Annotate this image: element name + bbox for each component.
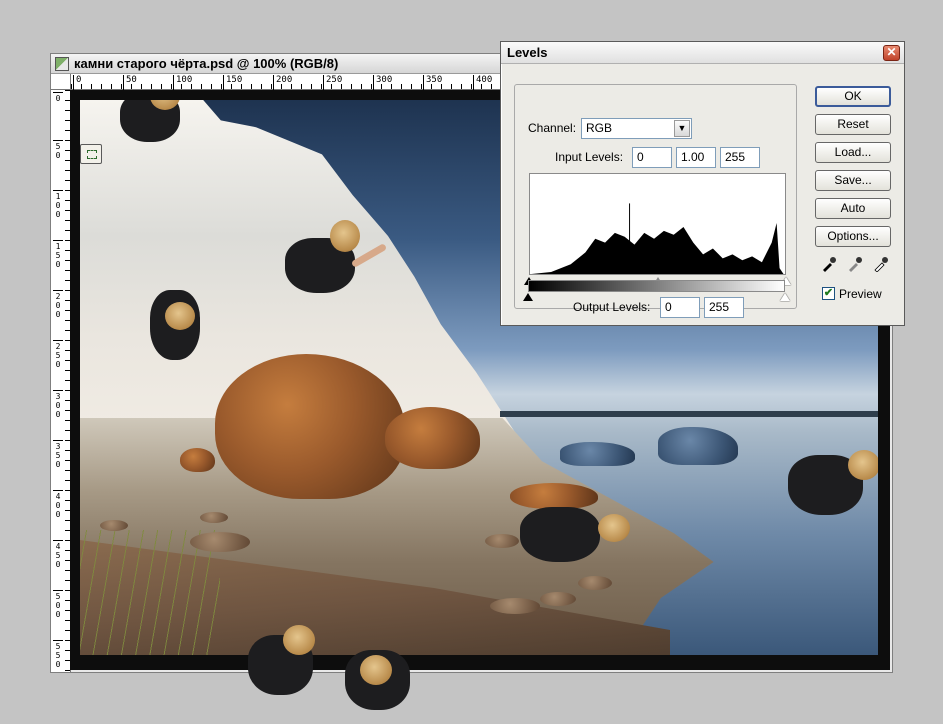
ruler-tick: 0 xyxy=(53,92,63,103)
auto-button[interactable]: Auto xyxy=(815,198,891,219)
blue-rock xyxy=(560,442,635,466)
levels-controls-group: Channel: RGB ▼ Input Levels: 0 1.00 255 … xyxy=(514,84,797,318)
ruler-tick: 1 0 0 xyxy=(53,190,63,219)
ruler-tick: 100 xyxy=(173,75,192,90)
channel-select[interactable]: RGB ▼ xyxy=(581,118,692,139)
load-button[interactable]: Load... xyxy=(815,142,891,163)
input-white-field[interactable]: 255 xyxy=(720,147,760,168)
close-button[interactable]: ✕ xyxy=(883,45,900,61)
histogram xyxy=(529,173,786,275)
gray-eyedropper-icon[interactable] xyxy=(846,256,864,274)
pebble xyxy=(200,512,228,523)
ruler-tick: 1 5 0 xyxy=(53,240,63,269)
vertical-ruler[interactable]: 0 5 0 1 0 0 1 5 0 2 0 0 2 5 0 3 0 0 3 5 … xyxy=(51,90,71,672)
output-black-slider[interactable] xyxy=(523,293,533,301)
person-figure xyxy=(145,280,220,380)
ruler-tick: 350 xyxy=(423,75,442,90)
input-gamma-field[interactable]: 1.00 xyxy=(676,147,716,168)
output-levels-label: Output Levels: xyxy=(573,300,651,314)
person-figure xyxy=(788,445,878,530)
marquee-tool-icon xyxy=(80,144,102,164)
boulder xyxy=(180,448,215,472)
channel-label: Channel: xyxy=(528,121,577,135)
boulder xyxy=(385,407,480,469)
ruler-tick: 150 xyxy=(223,75,242,90)
save-button[interactable]: Save... xyxy=(815,170,891,191)
pebble xyxy=(490,598,540,614)
ruler-tick: 250 xyxy=(323,75,342,90)
black-eyedropper-icon[interactable] xyxy=(820,256,838,274)
person-figure xyxy=(340,630,420,715)
channel-value: RGB xyxy=(586,121,613,135)
horizon-treeline xyxy=(500,411,878,417)
ruler-tick: 300 xyxy=(373,75,392,90)
ruler-tick: 400 xyxy=(473,75,492,90)
input-levels-label: Input Levels: xyxy=(555,150,624,164)
preview-label: Preview xyxy=(839,287,882,301)
large-boulder xyxy=(215,354,405,499)
ruler-tick: 5 0 0 xyxy=(53,590,63,619)
chevron-down-icon[interactable]: ▼ xyxy=(674,120,690,137)
reset-button[interactable]: Reset xyxy=(815,114,891,135)
output-black-field[interactable]: 0 xyxy=(660,297,700,318)
output-white-field[interactable]: 255 xyxy=(704,297,744,318)
ruler-tick: 3 0 0 xyxy=(53,390,63,419)
ruler-tick: 0 xyxy=(73,75,81,90)
ruler-tick: 2 0 0 xyxy=(53,290,63,319)
ruler-tick: 50 xyxy=(123,75,137,90)
pebble xyxy=(485,534,519,548)
ruler-tick: 4 0 0 xyxy=(53,490,63,519)
output-gradient-bar xyxy=(528,280,785,292)
psd-file-icon xyxy=(55,56,69,71)
pebble xyxy=(540,592,576,606)
white-eyedropper-icon[interactable] xyxy=(872,256,890,274)
options-button[interactable]: Options... xyxy=(815,226,891,247)
levels-titlebar[interactable]: Levels xyxy=(501,42,904,64)
person-figure xyxy=(275,220,395,310)
person-figure xyxy=(520,502,650,582)
ruler-tick: 2 5 0 xyxy=(53,340,63,369)
person-figure xyxy=(100,100,210,162)
input-black-field[interactable]: 0 xyxy=(632,147,672,168)
ruler-tick: 200 xyxy=(273,75,292,90)
ruler-tick: 5 5 0 xyxy=(53,640,63,669)
levels-dialog: Levels ✕ Channel: RGB ▼ Input Levels: 0 … xyxy=(500,41,905,326)
document-title: камни старого чёрта.psd @ 100% (RGB/8) xyxy=(74,56,339,71)
output-white-slider[interactable] xyxy=(780,293,790,301)
close-icon: ✕ xyxy=(886,45,897,59)
ruler-origin[interactable] xyxy=(51,74,71,90)
person-figure xyxy=(228,615,338,700)
ok-button[interactable]: OK xyxy=(815,86,891,107)
blue-rock xyxy=(658,427,738,465)
ruler-tick: 5 0 xyxy=(53,140,63,160)
pebble xyxy=(190,532,250,552)
pebble xyxy=(100,520,128,531)
ruler-tick: 4 5 0 xyxy=(53,540,63,569)
preview-checkbox[interactable]: ✔ xyxy=(822,287,835,300)
ruler-tick: 3 5 0 xyxy=(53,440,63,469)
dialog-title: Levels xyxy=(507,45,548,60)
